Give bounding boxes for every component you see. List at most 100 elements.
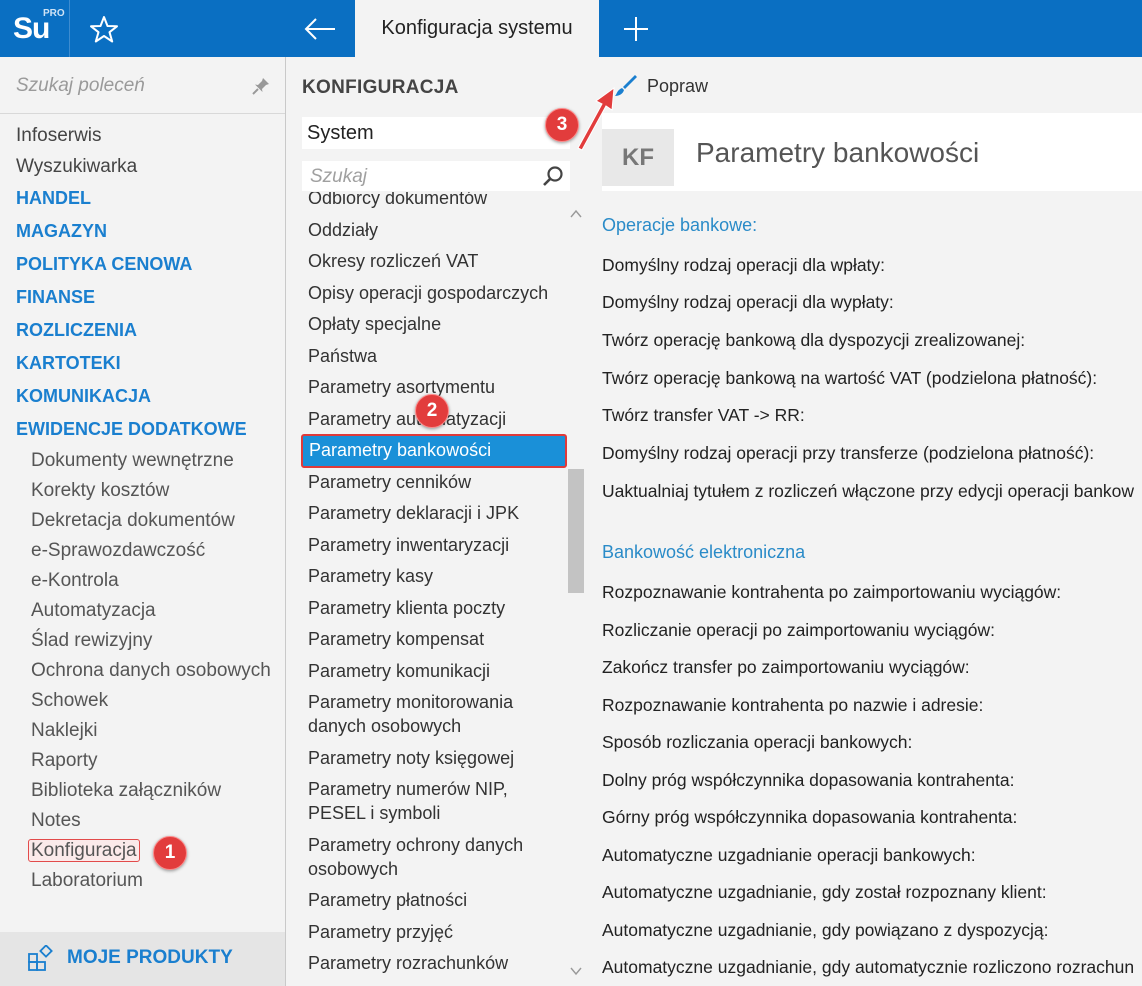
list-item[interactable]: Parametry automatyzacji bbox=[308, 407, 506, 431]
param-label: Górny próg współczynnika dopasowania kon… bbox=[602, 807, 1018, 827]
param-label: Automatyczne uzgadnianie, gdy został roz… bbox=[602, 882, 1047, 902]
param-label: Automatyczne uzgadnianie, gdy automatycz… bbox=[602, 957, 1135, 977]
sidebar-item-e-sprawozdawczosc[interactable]: e-Sprawozdawczość bbox=[31, 540, 205, 562]
list-item-selected[interactable]: Parametry bankowości bbox=[301, 434, 567, 468]
sidebar-item-biblioteka-zalacznikow[interactable]: Biblioteka załączników bbox=[31, 780, 221, 802]
param-label: Domyślny rodzaj operacji dla wpłaty: bbox=[602, 255, 886, 275]
step-callout-1: 1 bbox=[153, 836, 187, 870]
param-label: Dolny próg współczynnika dopasowania kon… bbox=[602, 770, 1015, 790]
list-item[interactable]: Opłaty specjalne bbox=[308, 312, 441, 336]
list-item[interactable]: Parametry płatności bbox=[308, 888, 467, 912]
list-item[interactable]: Parametry cenników bbox=[308, 470, 471, 494]
list-item[interactable]: Parametry ochrony danych osobowych bbox=[308, 833, 567, 881]
sidebar-item-e-kontrola[interactable]: e-Kontrola bbox=[31, 570, 119, 592]
parameters-panel: Popraw KF Parametry bankowości Operacje … bbox=[588, 57, 1142, 986]
favorites-button[interactable] bbox=[86, 12, 122, 46]
command-search-input[interactable]: Szukaj poleceń bbox=[16, 75, 276, 101]
config-group-select[interactable]: System bbox=[302, 117, 570, 149]
param-label: Sposób rozliczania operacji bankowych: bbox=[602, 732, 913, 752]
edit-button[interactable]: Popraw bbox=[613, 73, 708, 99]
app-logo[interactable]: Su PRO bbox=[0, 0, 70, 57]
page-title: Parametry bankowości bbox=[696, 137, 980, 168]
pin-icon[interactable] bbox=[252, 77, 270, 95]
param-label: Rozpoznawanie kontrahenta po zaimportowa… bbox=[602, 582, 1062, 602]
param-label: Uaktualniaj tytułem z rozliczeń włączone… bbox=[602, 481, 1135, 501]
sidebar-item-slad-rewizyjny[interactable]: Ślad rewizyjny bbox=[31, 630, 152, 652]
logo-edition: PRO bbox=[43, 8, 65, 19]
param-label: Automatyczne uzgadnianie operacji bankow… bbox=[602, 845, 976, 865]
select-value: System bbox=[307, 122, 374, 144]
sidebar-item-naklejki[interactable]: Naklejki bbox=[31, 720, 98, 742]
param-label: Domyślny rodzaj operacji dla wypłaty: bbox=[602, 292, 894, 312]
sidebar-section-magazyn[interactable]: MAGAZYN bbox=[16, 221, 107, 242]
config-list: Odbiorcy dokumentów Oddziały Okresy rozl… bbox=[287, 192, 567, 986]
list-item[interactable]: Parametry komunikacji bbox=[308, 659, 490, 683]
list-item[interactable]: Okresy rozliczeń VAT bbox=[308, 249, 478, 273]
sidebar: Szukaj poleceń Infoserwis Wyszukiwarka H… bbox=[0, 57, 286, 986]
sidebar-item-laboratorium[interactable]: Laboratorium bbox=[31, 870, 143, 892]
list-item[interactable]: Parametry monitorowania danych osobowych bbox=[308, 690, 567, 738]
arrow-left-icon bbox=[304, 18, 335, 40]
list-item[interactable]: Parametry asortymentu bbox=[308, 375, 495, 399]
sidebar-section-ewidencje-dodatkowe[interactable]: EWIDENCJE DODATKOWE bbox=[16, 419, 247, 440]
param-label: Twórz transfer VAT -> RR: bbox=[602, 405, 805, 425]
tab-konfiguracja-systemu[interactable]: Konfiguracja systemu bbox=[355, 0, 599, 57]
param-label: Automatyczne uzgadnianie, gdy powiązano … bbox=[602, 920, 1049, 940]
sidebar-item-label: Konfiguracja bbox=[28, 839, 140, 862]
products-grid-icon bbox=[28, 945, 53, 971]
list-item[interactable]: Parametry noty księgowej bbox=[308, 746, 514, 770]
list-item[interactable]: Oddziały bbox=[308, 218, 378, 242]
new-tab-button[interactable] bbox=[618, 12, 654, 46]
list-item[interactable]: Parametry rozrachunków bbox=[308, 951, 508, 975]
section-title: Bankowość elektroniczna bbox=[602, 542, 806, 562]
divider bbox=[69, 0, 70, 57]
sidebar-section-komunikacja[interactable]: KOMUNIKACJA bbox=[16, 386, 151, 407]
sidebar-item-wyszukiwarka[interactable]: Wyszukiwarka bbox=[16, 156, 137, 178]
sidebar-item-konfiguracja[interactable]: Konfiguracja bbox=[28, 839, 140, 862]
sidebar-section-rozliczenia[interactable]: ROZLICZENIA bbox=[16, 320, 137, 341]
my-products-button[interactable]: MOJE PRODUKTY bbox=[0, 932, 285, 986]
sidebar-item-korekty-kosztow[interactable]: Korekty kosztów bbox=[31, 480, 169, 502]
list-item[interactable]: Parametry przyjęć bbox=[308, 920, 453, 944]
configuration-list-panel: KONFIGURACJA System Szukaj Odbiorcy doku… bbox=[287, 57, 587, 986]
list-item[interactable]: Odbiorcy dokumentów bbox=[308, 192, 487, 210]
plus-icon bbox=[624, 17, 648, 41]
sidebar-item-notes[interactable]: Notes bbox=[31, 810, 81, 832]
search-placeholder: Szukaj bbox=[310, 166, 368, 187]
list-item[interactable]: Parametry numerów NIP, PESEL i symboli bbox=[308, 777, 567, 825]
list-item[interactable]: Parametry klienta poczty bbox=[308, 596, 505, 620]
scroll-up-arrow-icon[interactable] bbox=[568, 207, 584, 221]
param-label: Rozpoznawanie kontrahenta po nazwie i ad… bbox=[602, 695, 984, 715]
list-item[interactable]: Państwa bbox=[308, 344, 377, 368]
scrollbar-thumb[interactable] bbox=[568, 469, 584, 593]
sidebar-item-schowek[interactable]: Schowek bbox=[31, 690, 108, 712]
param-label: Domyślny rodzaj operacji przy transferze… bbox=[602, 443, 1095, 463]
sidebar-section-handel[interactable]: HANDEL bbox=[16, 188, 91, 209]
sidebar-section-polityka-cenowa[interactable]: POLITYKA CENOWA bbox=[16, 254, 192, 275]
sidebar-section-kartoteki[interactable]: KARTOTEKI bbox=[16, 353, 121, 374]
list-item[interactable]: Parametry kasy bbox=[308, 564, 433, 588]
sidebar-item-infoserwis[interactable]: Infoserwis bbox=[16, 125, 102, 147]
page-header: KF Parametry bankowości bbox=[602, 113, 1142, 191]
top-bar: Su PRO Konfiguracja systemu bbox=[0, 0, 1142, 57]
list-item[interactable]: Parametry inwentaryzacji bbox=[308, 533, 509, 557]
search-icon[interactable] bbox=[542, 165, 564, 187]
list-item[interactable]: Parametry kompensat bbox=[308, 627, 484, 651]
config-search-input[interactable]: Szukaj bbox=[302, 161, 570, 191]
sidebar-item-dekretacja-dokumentow[interactable]: Dekretacja dokumentów bbox=[31, 510, 235, 532]
back-button[interactable] bbox=[300, 12, 340, 46]
sidebar-item-dokumenty-wewnetrzne[interactable]: Dokumenty wewnętrzne bbox=[31, 450, 234, 472]
list-item[interactable]: Parametry deklaracji i JPK bbox=[308, 501, 519, 525]
sidebar-item-raporty[interactable]: Raporty bbox=[31, 750, 98, 772]
callout-arrow-icon bbox=[577, 86, 615, 151]
sidebar-item-automatyzacja[interactable]: Automatyzacja bbox=[31, 600, 156, 622]
scroll-down-arrow-icon[interactable] bbox=[568, 964, 584, 978]
list-item-label: Parametry bankowości bbox=[309, 440, 492, 460]
section-title: Operacje bankowe: bbox=[602, 215, 758, 235]
param-label: Rozliczanie operacji po zaimportowaniu w… bbox=[602, 620, 995, 640]
edit-button-label: Popraw bbox=[647, 75, 709, 96]
sidebar-section-finanse[interactable]: FINANSE bbox=[16, 287, 95, 308]
star-icon bbox=[90, 16, 118, 43]
sidebar-item-ochrona-danych[interactable]: Ochrona danych osobowych bbox=[31, 660, 271, 682]
list-item[interactable]: Opisy operacji gospodarczych bbox=[308, 281, 548, 305]
